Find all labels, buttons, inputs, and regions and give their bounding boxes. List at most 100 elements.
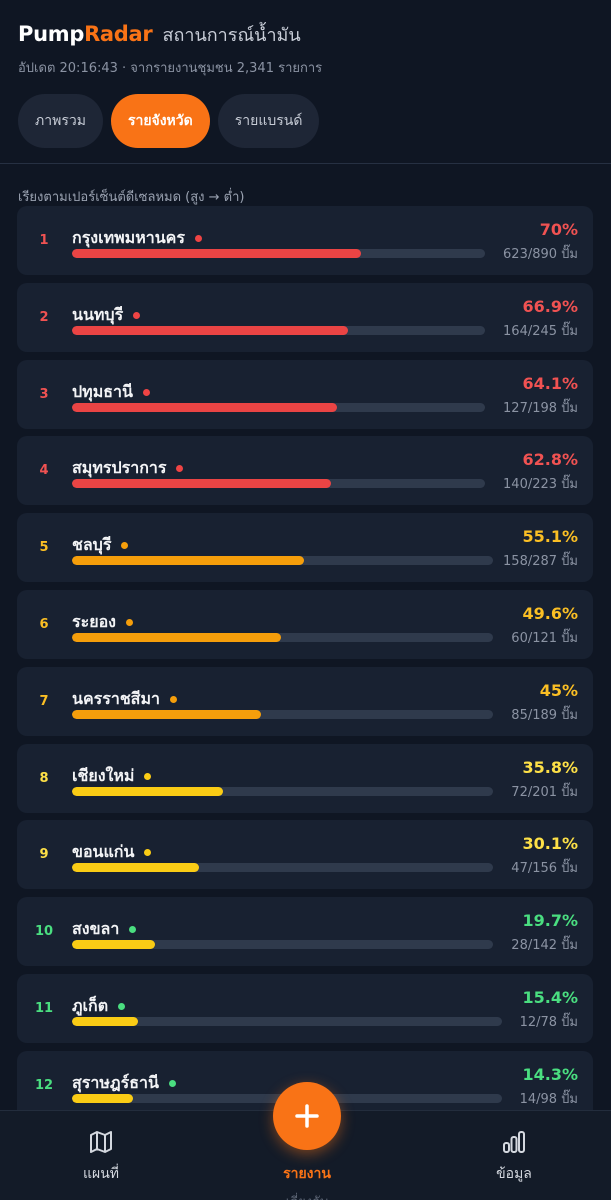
station-count: 158/287 ปั๊ม [503, 554, 578, 570]
shortage-percent: 55.1% [522, 527, 578, 547]
status-dot [194, 235, 202, 242]
station-count: 85/189 ปั๊ม [511, 707, 578, 723]
status-dot [121, 542, 129, 550]
shortage-bar-track [72, 249, 485, 258]
province-name-wrap: ขอนแก่น [72, 840, 152, 865]
bar-chart-icon [503, 1131, 525, 1153]
province-name: ระยอง [72, 611, 116, 631]
province-row[interactable]: 1 กรุงเทพมหานคร 70% 623/890 ปั๊ม [17, 206, 593, 275]
province-row[interactable]: 10 สงขลา 19.7% 28/142 ปั๊ม [17, 897, 593, 967]
shortage-bar-fill [72, 249, 362, 258]
nav-data-label: ข้อมูล [496, 1166, 532, 1182]
province-row[interactable]: 4 สมุทรปราการ 62.8% 140/223 ปั๊ม [17, 436, 593, 506]
province-row[interactable]: 5 ชลบุรี 55.1% 158/287 ปั๊ม [17, 513, 593, 583]
province-name: สงขลา [72, 919, 120, 939]
province-row[interactable]: 2 นนทบุรี 66.9% 164/245 ปั๊ม [17, 282, 593, 352]
header: PumpRadar สถานการณ์น้ำมัน อัปเดต 20:16:4… [0, 0, 611, 148]
rank-number: 8 [39, 770, 49, 786]
rank-number: 2 [39, 309, 49, 325]
shortage-bar-fill [72, 1016, 139, 1026]
brand-part2: Radar [84, 22, 153, 46]
province-name-wrap: ภูเก็ต [72, 994, 126, 1019]
sort-note: เรียงตามเปอร์เซ็นต์ดีเซลหมด (สูง → ต่ำ) [18, 190, 245, 205]
province-name-wrap: สงขลา [72, 917, 137, 942]
province-name: สมุทรปราการ [72, 458, 167, 478]
province-name: ขอนแก่น [72, 842, 135, 862]
shortage-bar-fill [72, 1093, 134, 1103]
station-count: 60/121 ปั๊ม [511, 630, 578, 646]
nav-report[interactable]: รายงาน เลี่ยงกับ [247, 1163, 367, 1200]
nav-data[interactable]: ข้อมูล [454, 1129, 574, 1185]
shortage-bar-track [72, 940, 493, 950]
status-dot [169, 695, 177, 703]
province-row[interactable]: 6 ระยอง 49.6% 60/121 ปั๊ม [17, 589, 593, 659]
province-stats: 66.9% 164/245 ปั๊ม [503, 297, 578, 341]
province-row[interactable]: 3 ปทุมธานี 64.1% 127/198 ปั๊ม [17, 359, 593, 429]
station-count: 164/245 ปั๊ม [503, 323, 578, 339]
map-icon [90, 1131, 112, 1153]
last-updated-text: อัปเดต 20:16:43 · จากรายงานชุมชน 2,341 ร… [18, 61, 323, 76]
rank-number: 5 [39, 540, 49, 556]
brand-row: PumpRadar สถานการณ์น้ำมัน [18, 20, 593, 49]
shortage-percent: 30.1% [522, 834, 578, 854]
rank-number: 7 [39, 693, 49, 709]
province-name: สุราษฎร์ธานี [72, 1072, 159, 1092]
province-stats: 35.8% 72/201 ปั๊ม [511, 758, 578, 802]
province-row[interactable]: 11 ภูเก็ต 15.4% 12/78 ปั๊ม [17, 973, 593, 1043]
province-row[interactable]: 9 ขอนแก่น 30.1% 47/156 ปั๊ม [17, 820, 593, 890]
shortage-bar-track [72, 402, 485, 412]
status-dot [133, 311, 141, 319]
rank-number: 4 [39, 463, 49, 479]
shortage-bar-track [72, 632, 493, 642]
province-stats: 55.1% 158/287 ปั๊ม [503, 527, 578, 571]
status-dot [176, 465, 184, 473]
tab-by-province[interactable]: รายจังหวัด [110, 94, 210, 148]
station-count: 127/198 ปั๊ม [503, 400, 578, 416]
status-dot [129, 926, 137, 934]
shortage-percent: 62.8% [522, 450, 578, 470]
province-name: นครราชสีมา [72, 688, 160, 708]
status-dot [168, 1079, 176, 1087]
shortage-percent: 66.9% [522, 296, 578, 316]
nav-report-label: รายงาน [283, 1166, 331, 1182]
plus-icon [295, 1104, 319, 1128]
shortage-percent: 15.4% [522, 987, 578, 1007]
shortage-bar-fill [72, 402, 337, 412]
province-list: 1 กรุงเทพมหานคร 70% 623/890 ปั๊ม 2 นนทบุรี 66.… [17, 206, 593, 1128]
add-report-button[interactable] [273, 1082, 341, 1150]
province-name: เชียงใหม่ [72, 765, 135, 785]
status-dot [125, 618, 133, 626]
province-stats: 30.1% 47/156 ปั๊ม [511, 834, 578, 878]
province-stats: 14.3% 14/98 ปั๊ม [520, 1065, 578, 1109]
province-row[interactable]: 8 เชียงใหม่ 35.8% 72/201 ปั๊ม [17, 743, 593, 813]
shortage-bar-fill [72, 940, 155, 950]
province-stats: 49.6% 60/121 ปั๊ม [511, 604, 578, 648]
province-name-wrap: ปทุมธานี [72, 380, 150, 405]
shortage-bar-track [72, 556, 493, 566]
station-count: 623/890 ปั๊ม [503, 247, 578, 262]
status-dot [144, 772, 152, 780]
province-name-wrap: ระยอง [72, 610, 133, 635]
shortage-bar-fill [72, 479, 332, 489]
shortage-percent: 49.6% [522, 603, 578, 623]
shortage-bar-track [72, 479, 485, 489]
province-name-wrap: ชลบุรี [72, 533, 129, 558]
status-dot [118, 1002, 126, 1010]
shortage-bar-fill [72, 709, 262, 719]
province-name: กรุงเทพมหานคร [72, 228, 185, 247]
shortage-bar-fill [72, 325, 349, 335]
shortage-bar-fill [72, 786, 223, 796]
station-count: 47/156 ปั๊ม [511, 861, 578, 877]
shortage-bar-fill [72, 556, 304, 566]
shortage-percent: 19.7% [522, 911, 578, 931]
tab-by-brand[interactable]: รายแบรนด์ [217, 94, 320, 148]
station-count: 72/201 ปั๊ม [511, 784, 578, 800]
province-name-wrap: นนทบุรี [72, 303, 141, 328]
province-row[interactable]: 7 นครราชสีมา 45% 85/189 ปั๊ม [17, 666, 593, 736]
province-stats: 62.8% 140/223 ปั๊ม [503, 450, 578, 494]
province-name: ปทุมธานี [72, 381, 133, 401]
nav-map[interactable]: แผนที่ [41, 1129, 161, 1185]
page-subtitle: สถานการณ์น้ำมัน [162, 25, 301, 46]
tab-overview[interactable]: ภาพรวม [18, 94, 103, 148]
province-stats: 19.7% 28/142 ปั๊ม [511, 911, 578, 955]
